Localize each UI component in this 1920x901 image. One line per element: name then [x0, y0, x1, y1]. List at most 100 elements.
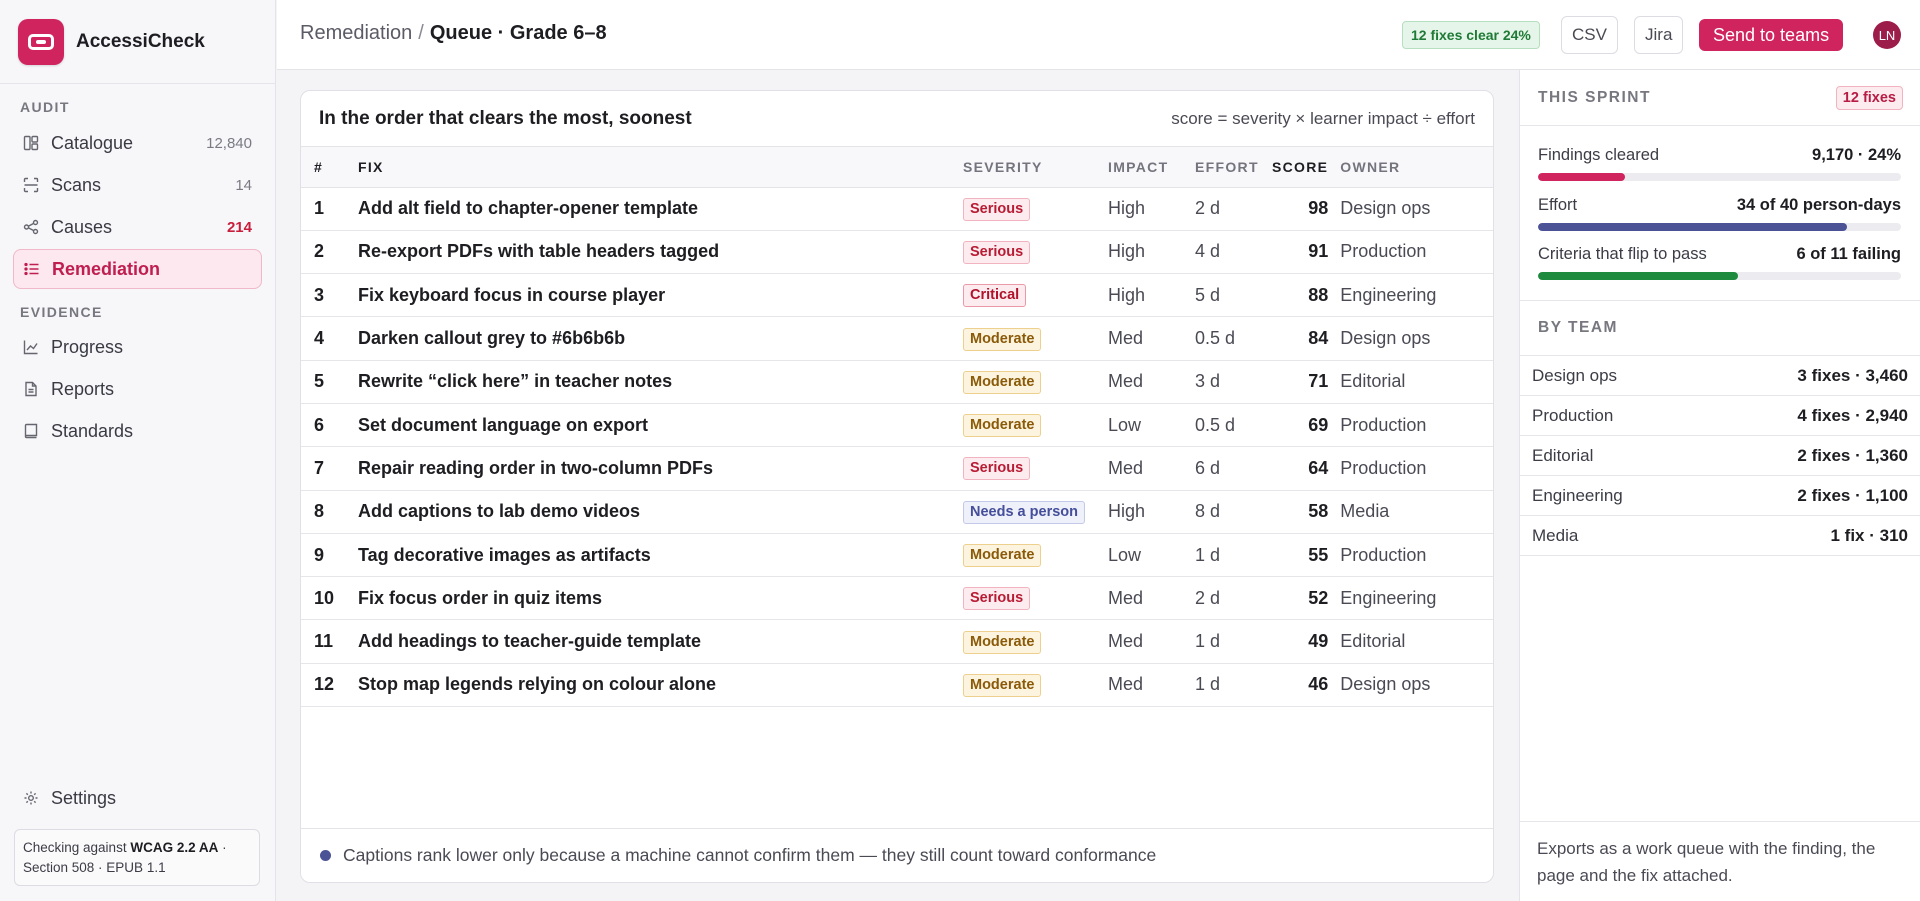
progress-fill [1538, 223, 1847, 231]
sprint-fix-count-badge: 12 fixes [1835, 85, 1903, 110]
table-row[interactable]: 11 Add headings to teacher-guide template… [301, 619, 1493, 664]
row-owner: Design ops [1340, 316, 1493, 361]
metric-value: 34 of 40 person-days [1736, 196, 1901, 214]
row-impact: High [1108, 273, 1195, 318]
row-fix: Fix keyboard focus in course player [346, 273, 963, 318]
row-owner: Design ops [1340, 187, 1493, 231]
book-icon [22, 422, 40, 440]
sidebar-item-remediation[interactable]: Remediation [13, 249, 262, 289]
row-score: 98 [1272, 187, 1341, 231]
severity-badge: Serious [963, 240, 1031, 264]
app-logo-icon [18, 18, 64, 65]
causes-icon [22, 218, 40, 236]
row-effort: 0.5 d [1195, 316, 1272, 361]
table-row[interactable]: 1 Add alt field to chapter-opener templat… [301, 187, 1493, 231]
team-row[interactable]: Engineering 2 fixes · 1,100 [1520, 476, 1920, 516]
table-row[interactable]: 4 Darken callout grey to #6b6b6b Moderate M… [301, 316, 1493, 361]
team-row[interactable]: Editorial 2 fixes · 1,360 [1520, 436, 1920, 476]
sidebar-item-label: Standards [51, 420, 134, 441]
row-effort: 4 d [1195, 230, 1272, 275]
row-impact: Med [1108, 619, 1195, 664]
col-header-owner[interactable]: OWNER [1340, 147, 1493, 188]
row-effort: 8 d [1195, 490, 1272, 534]
sidebar-item-standards[interactable]: Standards [13, 411, 262, 451]
table-row[interactable]: 2 Re-export PDFs with table headers tagge… [301, 230, 1493, 275]
progress-fill [1538, 173, 1626, 181]
row-num: 2 [301, 230, 346, 275]
sidebar-item-label: Reports [51, 378, 115, 399]
page-title: Queue · Grade 6–8 [429, 22, 607, 44]
team-row[interactable]: Design ops 3 fixes · 3,460 [1520, 356, 1920, 396]
row-score: 91 [1272, 230, 1341, 275]
row-severity: Moderate [963, 619, 1108, 664]
sidebar-item-label: Progress [51, 336, 124, 357]
row-num: 9 [301, 533, 346, 578]
table-row[interactable]: 3 Fix keyboard focus in course player Crit… [301, 273, 1493, 318]
sidebar-item-settings[interactable]: Settings [13, 778, 262, 818]
row-fix: Set document language on export [346, 403, 963, 448]
sidebar-item-scans[interactable]: Scans 14 [13, 165, 262, 205]
table-row[interactable]: 12 Stop map legends relying on colour alo… [301, 663, 1493, 708]
export-csv-button[interactable]: CSV [1561, 16, 1618, 54]
row-fix: Stop map legends relying on colour alone [346, 663, 963, 708]
severity-badge: Moderate [963, 327, 1042, 351]
row-impact: High [1108, 490, 1195, 534]
row-score: 64 [1272, 446, 1341, 491]
severity-badge: Moderate [963, 544, 1042, 568]
team-row[interactable]: Production 4 fixes · 2,940 [1520, 396, 1920, 436]
sidebar-item-catalogue[interactable]: Catalogue 12,840 [13, 123, 262, 163]
sidebar-item-causes[interactable]: Causes 214 [13, 207, 262, 247]
progress-track [1538, 173, 1901, 181]
sidebar-item-label: Settings [51, 787, 117, 808]
section-label-evidence: EVIDENCE [20, 304, 103, 320]
row-fix: Add alt field to chapter-opener template [346, 187, 963, 231]
row-impact: High [1108, 230, 1195, 275]
card-footnote: Captions rank lower only because a machi… [301, 828, 1493, 882]
col-header-severity[interactable]: SEVERITY [963, 147, 1108, 188]
card-header: In the order that clears the most, soone… [301, 91, 1493, 147]
col-header-impact[interactable]: IMPACT [1108, 147, 1195, 188]
severity-badge: Serious [963, 587, 1031, 611]
row-num: 6 [301, 403, 346, 448]
metric-criteria-flip: Criteria that flip to pass 6 of 11 failin… [1538, 245, 1901, 280]
row-score: 46 [1272, 663, 1341, 708]
row-effort: 2 d [1195, 576, 1272, 621]
team-name: Engineering [1532, 485, 1623, 505]
row-fix: Fix focus order in quiz items [346, 576, 963, 621]
team-name: Design ops [1532, 365, 1618, 385]
row-impact: Med [1108, 446, 1195, 491]
breadcrumb-parent[interactable]: Remediation [300, 22, 412, 44]
row-impact: Med [1108, 576, 1195, 621]
sidebar-item-label: Catalogue [51, 132, 134, 153]
sidebar-item-label: Scans [51, 174, 102, 195]
row-fix: Add captions to lab demo videos [346, 490, 963, 534]
team-row[interactable]: Media 1 fix · 310 [1520, 516, 1920, 556]
sidebar-item-progress[interactable]: Progress [13, 327, 262, 367]
table-row[interactable]: 6 Set document language on export Moderate… [301, 403, 1493, 448]
team-value: 2 fixes · 1,360 [1797, 445, 1908, 465]
row-severity: Moderate [963, 360, 1108, 404]
col-header-fix[interactable]: FIX [346, 147, 963, 188]
table-row[interactable]: 7 Repair reading order in two-column PDFs… [301, 446, 1493, 491]
app-name: AccessiCheck [76, 30, 205, 52]
team-value: 2 fixes · 1,100 [1797, 485, 1908, 505]
export-jira-button[interactable]: Jira [1634, 16, 1684, 54]
table-row[interactable]: 9 Tag decorative images as artifacts Moder… [301, 533, 1493, 578]
table-row[interactable]: 10 Fix focus order in quiz items Serious Me… [301, 576, 1493, 621]
sprint-panel: THIS SPRINT 12 fixes Findings cleared 9,1… [1519, 70, 1920, 901]
col-header-effort[interactable]: EFFORT [1195, 147, 1272, 188]
col-header-num[interactable]: # [301, 147, 346, 188]
avatar[interactable]: LN [1873, 21, 1901, 49]
catalogue-icon [22, 134, 40, 152]
row-effort: 1 d [1195, 533, 1272, 578]
col-header-score[interactable]: SCORE [1272, 147, 1341, 188]
scan-icon [22, 176, 40, 194]
row-num: 3 [301, 273, 346, 318]
row-effort: 5 d [1195, 273, 1272, 318]
table-row[interactable]: 8 Add captions to lab demo videos Needs a … [301, 490, 1493, 534]
table-row[interactable]: 5 Rewrite “click here” in teacher notes Mo… [301, 360, 1493, 404]
row-owner: Engineering [1340, 273, 1493, 318]
list-icon [23, 260, 41, 278]
sidebar-item-reports[interactable]: Reports [13, 369, 262, 409]
send-to-teams-button[interactable]: Send to teams [1699, 19, 1844, 51]
